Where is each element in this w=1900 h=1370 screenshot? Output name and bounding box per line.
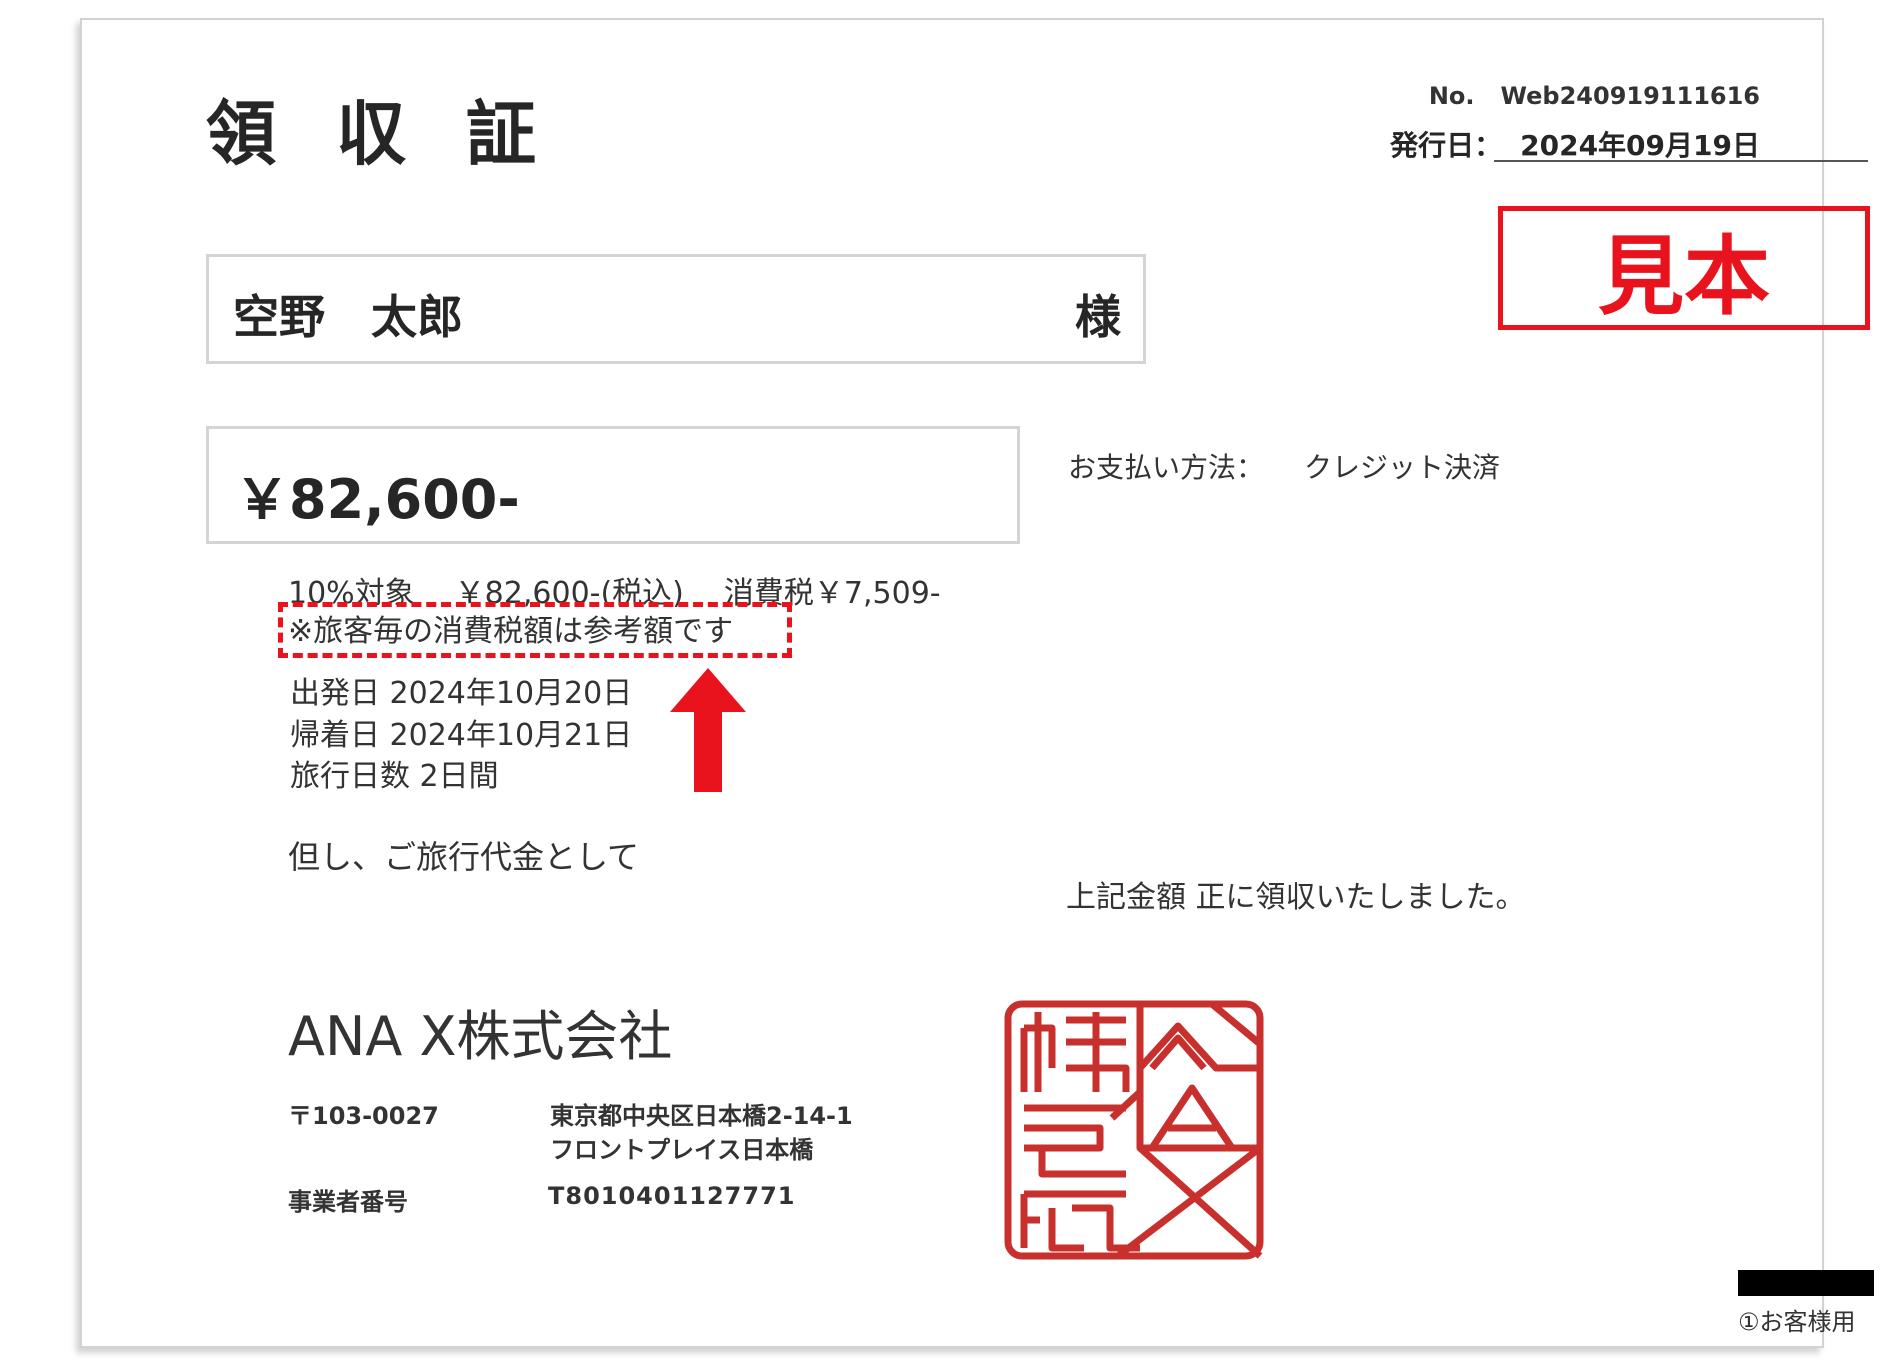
issue-date-value: 2024年09月19日 <box>1520 129 1760 162</box>
sample-stamp-text: 見本 <box>1598 226 1770 327</box>
business-number-label: 事業者番号 <box>288 1188 408 1216</box>
receipt-number: No. Web240919111616 <box>1429 82 1760 110</box>
receipt-number-label: No. <box>1428 82 1475 110</box>
recipient-honorific: 様 <box>1075 290 1121 344</box>
payment-method-label: お支払い方法： <box>1068 451 1265 484</box>
total-amount: ￥82,600- <box>235 468 520 531</box>
issue-date-label: 発行日： <box>1390 129 1503 162</box>
payment-method-value: クレジット決済 <box>1304 451 1501 484</box>
copy-label: ①お客様用 <box>1738 1308 1856 1336</box>
company-name: ANA X株式会社 <box>288 1005 673 1068</box>
departure-date: 出発日 2024年10月20日 <box>290 676 633 711</box>
receipt-title: 領収証 <box>206 93 596 175</box>
company-seal <box>1002 998 1266 1266</box>
issue-date: 発行日： 2024年09月19日 <box>1390 124 1760 164</box>
arrow-up-icon <box>670 668 746 796</box>
issue-date-underline <box>1494 160 1868 162</box>
recipient-name: 空野 太郎 <box>233 290 463 344</box>
recipient-box: 空野 太郎 様 <box>206 254 1146 364</box>
receipt-number-value: Web240919111616 <box>1500 82 1760 110</box>
tax-note: ※旅客毎の消費税額は参考額です <box>288 614 734 649</box>
return-date: 帰着日 2024年10月21日 <box>290 718 633 753</box>
amount-box: ￥82,600- <box>206 426 1020 544</box>
purpose-text: 但し、ご旅行代金として <box>288 838 640 876</box>
business-number: T8010401127771 <box>548 1182 796 1210</box>
sample-stamp: 見本 <box>1498 206 1870 330</box>
redaction-bar <box>1738 1270 1874 1296</box>
receipt-sheet: 領収証 No. Web240919111616 発行日： 2024年09月19日 見… <box>80 18 1874 1348</box>
postal-code: 〒103-0027 <box>288 1102 439 1130</box>
address-line-2: フロントプレイス日本橋 <box>550 1136 814 1164</box>
travel-days: 旅行日数 2日間 <box>290 759 499 794</box>
received-statement: 上記金額 正に領収いたしました。 <box>1066 880 1526 915</box>
address-line-1: 東京都中央区日本橋2-14-1 <box>550 1102 853 1130</box>
